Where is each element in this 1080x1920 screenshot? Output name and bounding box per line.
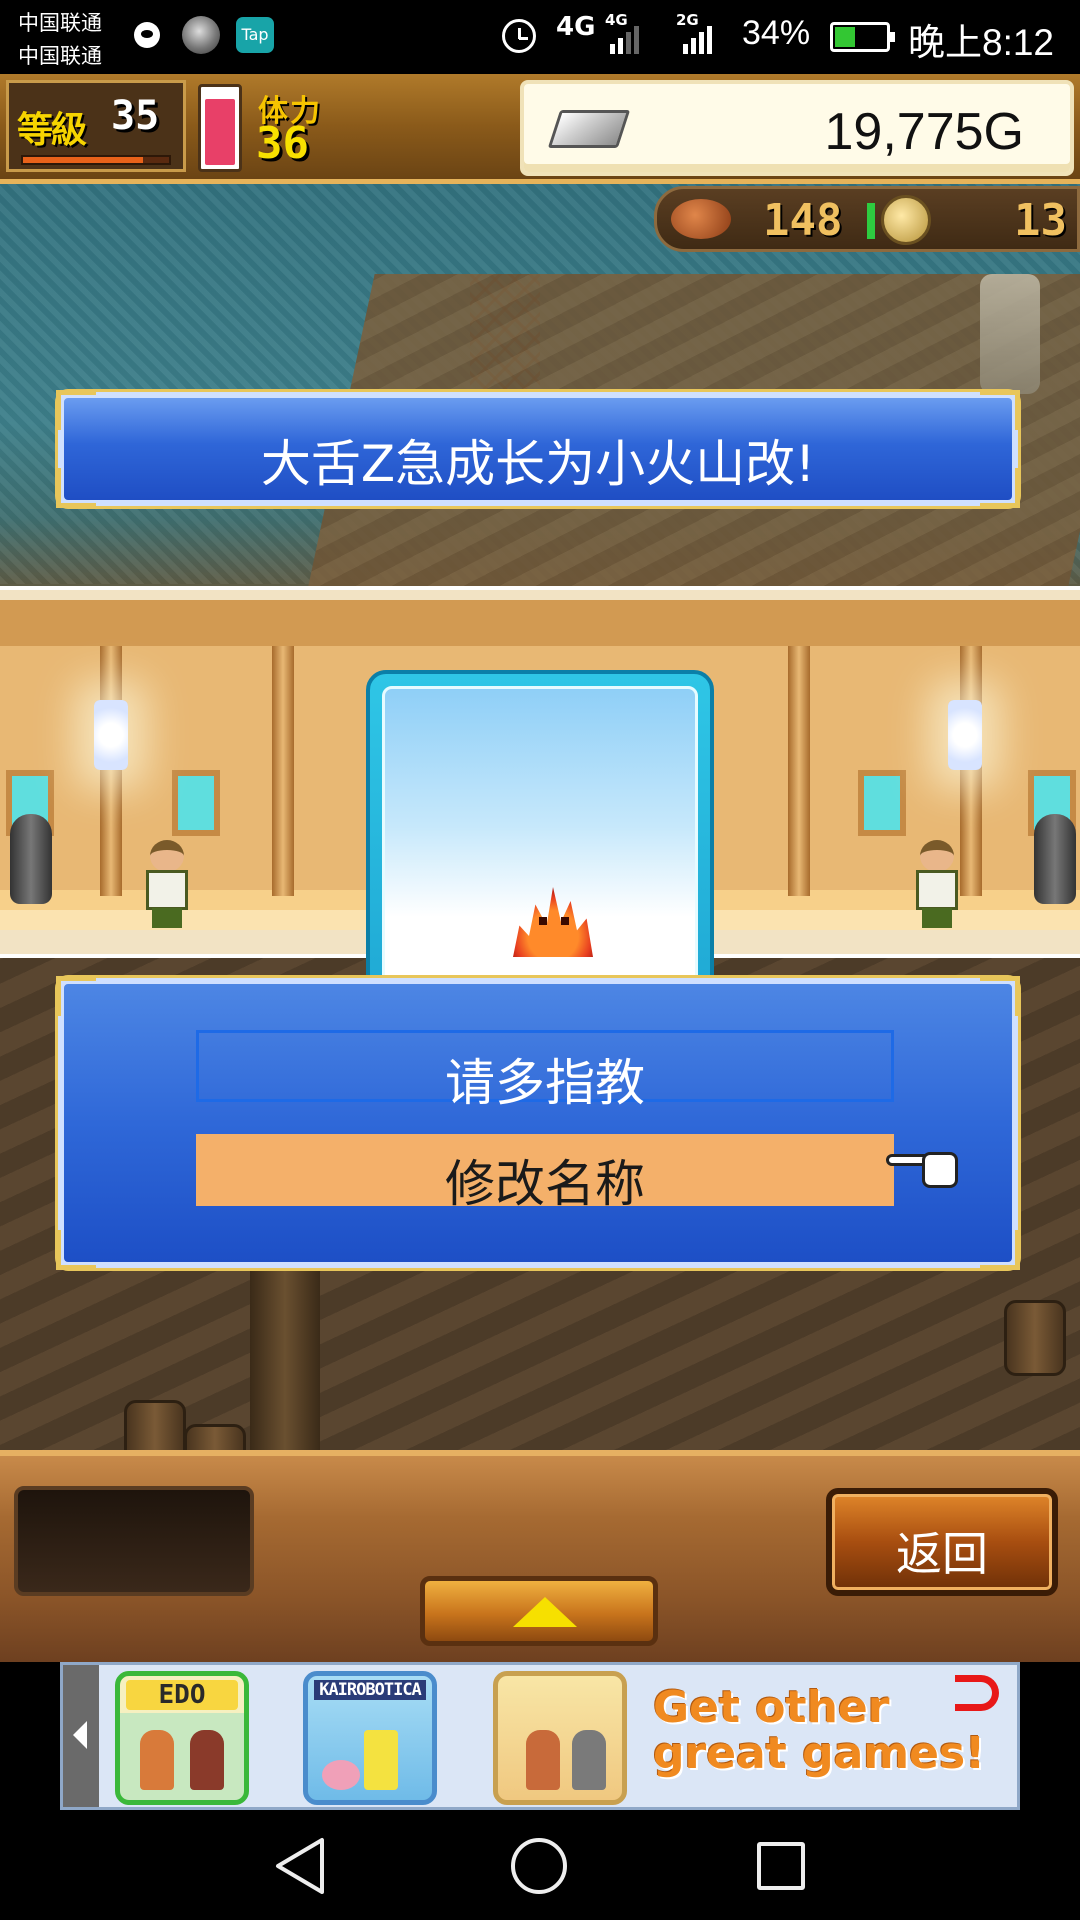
avatar-icon: [182, 16, 220, 54]
stone-urn: [1034, 814, 1076, 904]
banner-text: 大舌Z急成长为小火山改!: [260, 435, 816, 493]
ship-lamp: [980, 274, 1040, 394]
level-panel: 等級 35: [6, 80, 186, 172]
option-nice-to-meet-you[interactable]: 请多指教: [196, 1030, 894, 1112]
food-icon: [671, 199, 731, 239]
system-nav-bar: [0, 1810, 1080, 1920]
frame-corner: [56, 976, 96, 1016]
level-label: 等級: [17, 110, 87, 151]
signal-icon: [610, 22, 639, 54]
wall-lamp: [94, 700, 128, 770]
cabin-window: [858, 770, 906, 836]
network-type-1: 4G: [556, 12, 596, 42]
scroll-left-icon[interactable]: [63, 1665, 99, 1807]
stamina-value: 36: [256, 118, 309, 169]
status-bar: 中国联通 中国联通 Tap 4G 4G 2G 34% 晚上8:12: [0, 0, 1080, 74]
monster-card: [366, 670, 714, 1012]
ad-cta-line-2: great games!: [653, 1728, 986, 1779]
monster-card-background: [382, 686, 698, 996]
clock: 晚上8:12: [908, 22, 1055, 63]
medal-icon: [881, 195, 931, 245]
resource-separator: [867, 203, 875, 239]
wooden-pillar: [100, 646, 122, 896]
empty-slot: [14, 1486, 254, 1596]
expand-menu-button[interactable]: [420, 1576, 658, 1646]
up-arrow-icon: [513, 1597, 577, 1627]
carrier-label-2: 中国联通: [18, 44, 102, 68]
food-value: 148: [763, 195, 843, 246]
ad-app-title: KAIROBOTICA: [314, 1680, 426, 1700]
stamina-gauge: [198, 84, 242, 172]
nav-recent-apps-icon[interactable]: [757, 1842, 805, 1890]
battery-charging-icon: [830, 22, 895, 52]
return-arrow-icon: [955, 1675, 999, 1711]
crew-character: [140, 840, 194, 930]
choice-panel: 请多指教 修改名称: [56, 976, 1020, 1270]
message-icon: [134, 22, 160, 48]
barrel: [1004, 1300, 1066, 1376]
silver-bar-icon: [547, 110, 631, 148]
hud-bar: 等級 35 体力 36 19,775G: [0, 74, 1080, 184]
back-button-label: 返回: [896, 1527, 988, 1581]
bottom-menu-bar: 返回: [0, 1450, 1080, 1662]
stone-urn: [10, 814, 52, 904]
robot-icon: [364, 1730, 398, 1790]
ad-app-restaurant[interactable]: [493, 1671, 627, 1805]
option-rename[interactable]: 修改名称: [196, 1134, 894, 1213]
option-label: 修改名称: [445, 1155, 645, 1213]
signal-icon: [683, 22, 712, 54]
nav-back-icon[interactable]: [272, 1836, 328, 1896]
game-scene: 等級 35 体力 36 19,775G 148 13 大舌Z急成长为小火山改!: [0, 74, 1080, 1662]
ad-app-kairobotica[interactable]: KAIROBOTICA: [303, 1671, 437, 1805]
cabin-window: [172, 770, 220, 836]
character-icon: [140, 1730, 174, 1790]
alarm-icon: [502, 19, 536, 53]
pointing-hand-icon: [886, 1148, 958, 1192]
ad-app-edo[interactable]: EDO: [115, 1671, 249, 1805]
battery-percent: 34%: [742, 14, 811, 52]
stamina-gauge-fill: [205, 99, 235, 165]
back-button[interactable]: 返回: [826, 1488, 1058, 1596]
resource-bar: 148 13: [654, 186, 1080, 252]
wooden-pillar: [788, 646, 810, 896]
fire-monster-sprite: [513, 877, 593, 957]
level-value: 35: [111, 93, 160, 139]
ad-app-title: EDO: [126, 1680, 238, 1710]
gold-value: 19,775G: [824, 103, 1025, 161]
frame-corner: [980, 976, 1020, 1016]
character-icon: [572, 1730, 606, 1790]
option-label: 请多指教: [445, 1054, 645, 1112]
frame-corner: [56, 1230, 96, 1270]
medal-value: 13: [1014, 195, 1067, 246]
carrier-label-1: 中国联通: [18, 11, 102, 35]
gold-panel[interactable]: 19,775G: [520, 80, 1074, 176]
wooden-pillar: [272, 646, 294, 896]
frame-corner: [980, 1230, 1020, 1270]
experience-bar: [21, 155, 171, 165]
nav-home-icon[interactable]: [511, 1838, 567, 1894]
experience-bar-fill: [23, 157, 143, 163]
evolution-message-banner: 大舌Z急成长为小火山改!: [56, 390, 1020, 508]
ad-banner[interactable]: EDO KAIROBOTICA Get other great games!: [60, 1662, 1020, 1810]
character-icon: [526, 1730, 560, 1790]
crew-character: [910, 840, 964, 930]
tap-app-icon: Tap: [236, 17, 274, 53]
character-icon: [190, 1730, 224, 1790]
wall-lamp: [948, 700, 982, 770]
creature-icon: [322, 1760, 360, 1790]
